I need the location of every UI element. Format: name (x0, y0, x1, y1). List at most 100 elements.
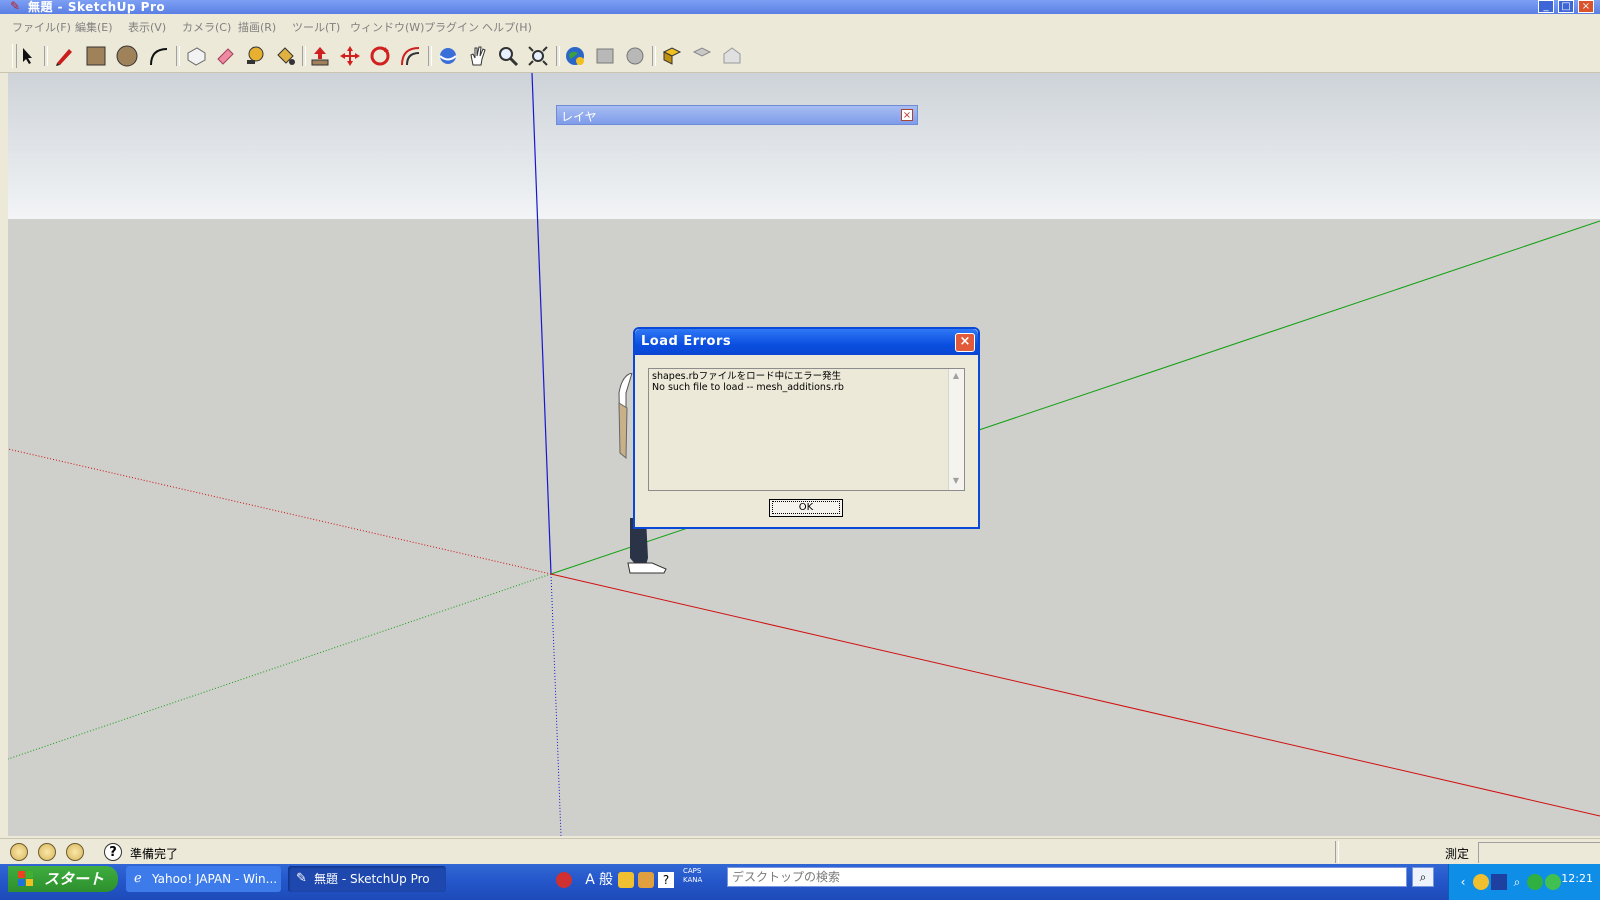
ime-toggle-icon[interactable] (556, 872, 572, 888)
help-icon[interactable]: ? (104, 843, 122, 861)
tape-measure-icon[interactable] (243, 44, 267, 68)
ime-pad-icon[interactable] (638, 872, 654, 888)
toolbar-separator (556, 46, 560, 66)
taskbar-clock[interactable]: 12:21 (1561, 872, 1593, 885)
search-button-icon[interactable]: ⌕ (1412, 867, 1434, 887)
window-title: 無題 - SketchUp Pro (28, 0, 166, 14)
toolbar-separator (302, 46, 306, 66)
ime-dictionary-icon[interactable] (618, 872, 634, 888)
rectangle-tool-icon[interactable] (84, 44, 108, 68)
window-titlebar: ✎ 無題 - SketchUp Pro _ □ × (0, 0, 1600, 14)
main-toolbar (0, 40, 1600, 73)
pencil-tool-icon[interactable] (52, 44, 76, 68)
geo-location-icon[interactable] (10, 843, 28, 861)
select-tool-icon[interactable] (16, 44, 40, 68)
green-axis-negative (8, 573, 552, 760)
circle-tool-icon[interactable] (115, 44, 139, 68)
error-message-box[interactable]: shapes.rbファイルをロード中にエラー発生 No such file to … (648, 368, 965, 491)
dialog-close-button[interactable]: × (955, 333, 975, 352)
3d-warehouse-icon[interactable] (720, 44, 744, 68)
error-message-text: shapes.rbファイルをロード中にエラー発生 No such file to … (652, 371, 844, 393)
orbit-icon[interactable] (436, 44, 460, 68)
dialog-titlebar[interactable]: Load Errors × (635, 329, 978, 355)
taskbar-item-label: Yahoo! JAPAN - Win... (152, 872, 278, 886)
tray-security-icon[interactable] (1527, 874, 1543, 890)
windows-flag-icon (18, 871, 34, 887)
menu-camera[interactable]: カメラ(C) (182, 19, 231, 35)
load-errors-dialog: Load Errors × shapes.rbファイルをロード中にエラー発生 No… (633, 327, 980, 529)
scroll-up-icon[interactable]: ▲ (951, 371, 961, 383)
measurements-label: 測定 (1445, 847, 1470, 861)
components-icon[interactable] (660, 44, 684, 68)
close-window-button[interactable]: × (1578, 0, 1594, 13)
menu-edit[interactable]: 編集(E) (75, 19, 113, 35)
tray-network-icon[interactable] (1491, 874, 1507, 890)
layer-panel-titlebar[interactable]: レイヤ × (556, 105, 918, 125)
blue-axis (531, 73, 552, 575)
arc-tool-icon[interactable] (146, 44, 170, 68)
ok-button[interactable]: OK (769, 499, 843, 517)
tray-expand-icon[interactable]: ‹ (1455, 874, 1471, 890)
red-axis-negative (8, 448, 552, 575)
error-message-line: No such file to load -- mesh_additions.r… (652, 382, 844, 393)
menu-view[interactable]: 表示(V) (128, 19, 166, 35)
user-signin-icon[interactable] (66, 843, 84, 861)
share-model-icon[interactable] (623, 44, 647, 68)
red-axis (550, 573, 1600, 817)
status-bar: ? 準備完了 測定 (0, 838, 1600, 865)
tray-search-icon[interactable]: ⌕ (1509, 874, 1525, 890)
push-pull-icon[interactable] (308, 44, 332, 68)
credits-icon[interactable] (38, 843, 56, 861)
zoom-icon[interactable] (496, 44, 520, 68)
scroll-down-icon[interactable]: ▼ (951, 476, 961, 488)
menu-plugins[interactable]: プラグイン (424, 19, 479, 35)
paint-bucket-icon[interactable] (273, 44, 297, 68)
menu-file[interactable]: ファイル(F) (12, 19, 71, 35)
tray-app-icon[interactable] (1473, 874, 1489, 890)
blue-axis-negative (550, 573, 562, 836)
message-scrollbar[interactable]: ▲ ▼ (948, 369, 964, 490)
desktop-search-input[interactable]: デスクトップの検索 (727, 867, 1407, 887)
menu-window[interactable]: ウィンドウ(W) (350, 19, 424, 35)
get-photo-texture-icon[interactable] (593, 44, 617, 68)
windows-taskbar: スタート ℯ Yahoo! JAPAN - Win... ✎ 無題 - Sket… (0, 864, 1600, 900)
toolbar-separator (44, 46, 48, 66)
menu-tools[interactable]: ツール(T) (292, 19, 340, 35)
taskbar-item-sketchup[interactable]: ✎ 無題 - SketchUp Pro (288, 866, 446, 892)
ime-input-mode[interactable]: A (582, 872, 598, 888)
minimize-button[interactable]: _ (1538, 0, 1554, 13)
caps-indicator: CAPS (683, 867, 702, 875)
pan-hand-icon[interactable] (466, 44, 490, 68)
status-text: 準備完了 (130, 847, 179, 861)
error-message-line: shapes.rbファイルをロード中にエラー発生 (652, 371, 842, 382)
ime-conversion-mode[interactable]: 般 (598, 872, 614, 888)
status-separator (1335, 841, 1339, 863)
start-button[interactable]: スタート (8, 866, 118, 892)
menu-bar: ファイル(F) 編集(E) 表示(V) カメラ(C) 描画(R) ツール(T) … (0, 16, 1600, 38)
offset-icon[interactable] (398, 44, 422, 68)
layer-panel-close-icon[interactable]: × (901, 109, 913, 121)
taskbar-item-yahoo[interactable]: ℯ Yahoo! JAPAN - Win... (126, 866, 281, 892)
tray-update-icon[interactable] (1545, 874, 1561, 890)
share-component-icon[interactable] (690, 44, 714, 68)
rotate-icon[interactable] (368, 44, 392, 68)
dialog-title: Load Errors (641, 334, 732, 349)
menu-help[interactable]: ヘルプ(H) (482, 19, 532, 35)
google-earth-icon[interactable] (563, 44, 587, 68)
ime-help-icon[interactable]: ? (658, 872, 674, 888)
move-icon[interactable] (338, 44, 362, 68)
toolbar-separator (428, 46, 432, 66)
menu-draw[interactable]: 描画(R) (238, 19, 276, 35)
layer-panel-title: レイヤ (561, 110, 597, 124)
eraser-icon[interactable] (213, 44, 237, 68)
internet-explorer-icon: ℯ (134, 871, 142, 886)
toolbar-separator (652, 46, 656, 66)
sketchup-icon: ✎ (296, 871, 307, 886)
make-component-icon[interactable] (184, 44, 208, 68)
maximize-button[interactable]: □ (1558, 0, 1574, 13)
measurements-input[interactable] (1478, 842, 1600, 863)
system-tray: ‹ ⌕ 12:21 (1448, 864, 1600, 900)
zoom-extents-icon[interactable] (526, 44, 550, 68)
caps-kana-indicator: CAPS KANA (683, 867, 702, 885)
toolbar-separator (176, 46, 180, 66)
